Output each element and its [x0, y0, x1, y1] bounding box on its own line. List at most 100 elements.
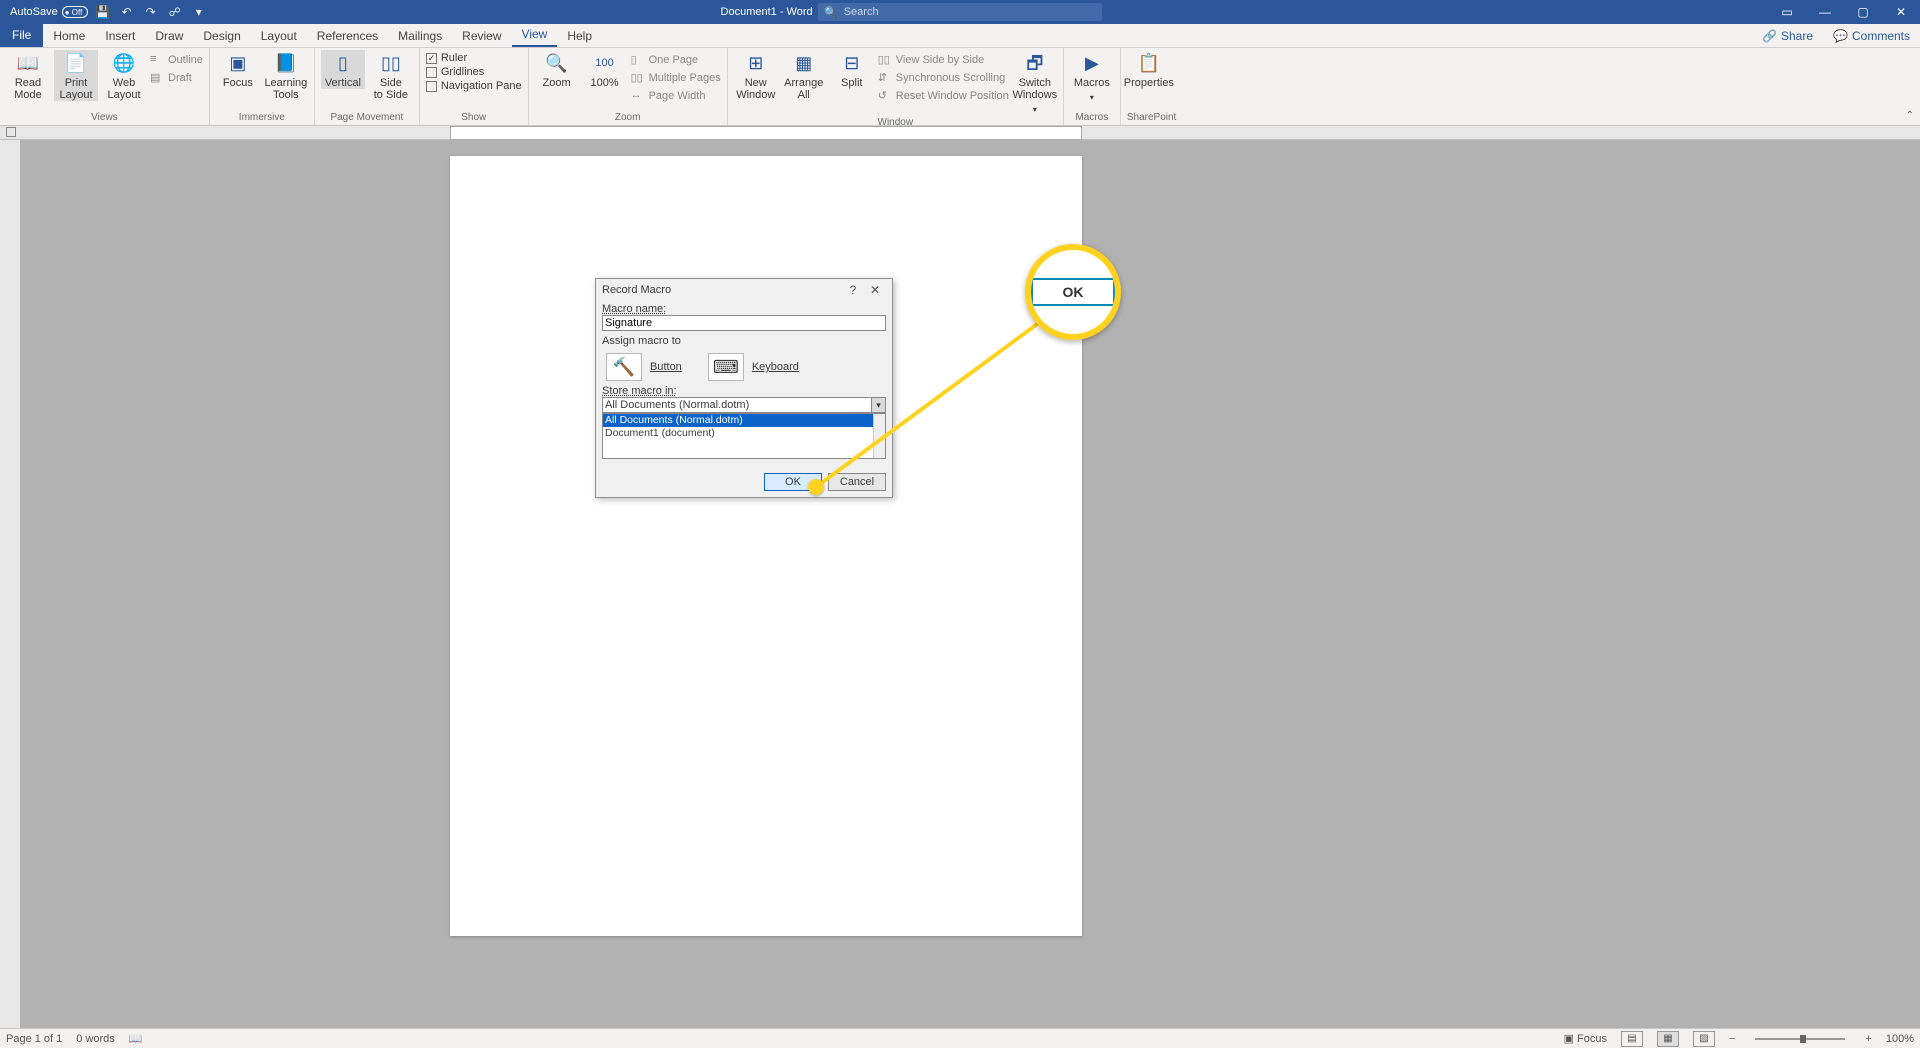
- multiple-pages-button[interactable]: ▯▯Multiple Pages: [631, 70, 721, 86]
- vertical-label: Vertical: [325, 77, 361, 89]
- assign-keyboard-option[interactable]: ⌨ Keyboard: [708, 353, 799, 381]
- document-page[interactable]: [450, 156, 1082, 936]
- zoom-slider[interactable]: [1755, 1038, 1845, 1040]
- focus-label: Focus: [223, 77, 253, 89]
- page-width-icon: ↔: [631, 89, 645, 103]
- read-mode-view-icon[interactable]: ▤: [1621, 1031, 1643, 1047]
- autosave-toggle[interactable]: AutoSave ● Off: [10, 6, 88, 18]
- vertical-icon: ▯: [331, 52, 355, 74]
- share-button[interactable]: 🔗Share: [1752, 25, 1823, 47]
- tab-layout[interactable]: Layout: [251, 25, 307, 47]
- tab-selector[interactable]: [6, 127, 16, 137]
- zoom-button[interactable]: 🔍Zoom: [535, 50, 579, 89]
- tab-draw[interactable]: Draw: [145, 25, 193, 47]
- tab-mailings[interactable]: Mailings: [388, 25, 452, 47]
- assign-button-label: Button: [650, 361, 682, 373]
- switch-windows-button[interactable]: 🗗Switch Windows▾: [1013, 50, 1057, 116]
- macros-button[interactable]: ▶Macros▾: [1070, 50, 1114, 104]
- vertical-ruler[interactable]: [0, 140, 20, 1028]
- zoom-level[interactable]: 100%: [1886, 1033, 1914, 1045]
- horizontal-ruler[interactable]: [450, 126, 1082, 140]
- spell-check-icon[interactable]: 📖: [129, 1032, 143, 1045]
- new-window-icon: ⊞: [744, 52, 768, 74]
- macro-name-input[interactable]: [602, 315, 886, 331]
- tab-design[interactable]: Design: [193, 25, 250, 47]
- close-icon[interactable]: ✕: [1882, 0, 1920, 24]
- print-layout-view-icon[interactable]: ▦: [1657, 1031, 1679, 1047]
- learning-tools-icon: 📘: [274, 52, 298, 74]
- focus-button[interactable]: ▣ Focus: [216, 50, 260, 89]
- chevron-down-icon[interactable]: ▾: [871, 398, 885, 412]
- tab-references[interactable]: References: [307, 25, 388, 47]
- minimize-icon[interactable]: —: [1806, 0, 1844, 24]
- qat-icon-1[interactable]: ☍: [166, 5, 184, 19]
- comments-icon: 💬: [1833, 29, 1848, 43]
- zoom-icon: 🔍: [545, 52, 569, 74]
- zoom-100-button[interactable]: 100100%: [583, 50, 627, 89]
- dialog-titlebar[interactable]: Record Macro ? ✕: [596, 279, 892, 301]
- list-item[interactable]: Document1 (document): [603, 427, 885, 440]
- save-icon[interactable]: 💾: [94, 5, 112, 19]
- group-label-views: Views: [6, 111, 203, 125]
- list-item[interactable]: All Documents (Normal.dotm): [603, 414, 885, 427]
- page-status[interactable]: Page 1 of 1: [6, 1033, 62, 1045]
- learning-tools-button[interactable]: 📘Learning Tools: [264, 50, 308, 101]
- side-to-side-icon: ▯▯: [379, 52, 403, 74]
- page-width-label: Page Width: [649, 90, 706, 102]
- web-layout-view-icon[interactable]: ▧: [1693, 1031, 1715, 1047]
- document-area: [0, 140, 1920, 1028]
- reset-position-icon: ↺: [878, 89, 892, 103]
- ribbon-display-icon[interactable]: ▭: [1768, 0, 1806, 24]
- group-views: 📖Read Mode 📄Print Layout 🌐Web Layout ≡Ou…: [0, 48, 210, 125]
- vertical-button[interactable]: ▯ Vertical: [321, 50, 365, 89]
- group-sharepoint: 📋Properties SharePoint: [1121, 48, 1182, 125]
- tab-file[interactable]: File: [0, 23, 43, 47]
- search-box[interactable]: 🔍 Search: [818, 3, 1102, 21]
- one-page-button[interactable]: ▯One Page: [631, 52, 721, 68]
- zoom-100-label: 100%: [591, 77, 619, 89]
- read-mode-button[interactable]: 📖Read Mode: [6, 50, 50, 101]
- focus-mode-button[interactable]: ▣ Focus: [1564, 1032, 1607, 1045]
- qat-icon-2[interactable]: ▾: [190, 5, 208, 19]
- redo-icon[interactable]: ↷: [142, 5, 160, 19]
- comments-button[interactable]: 💬Comments: [1823, 25, 1920, 47]
- dialog-help-icon[interactable]: ?: [842, 283, 864, 297]
- store-macro-select[interactable]: All Documents (Normal.dotm) ▾: [602, 397, 886, 413]
- focus-icon: ▣: [226, 52, 250, 74]
- properties-button[interactable]: 📋Properties: [1127, 50, 1171, 89]
- assign-button-option[interactable]: 🔨 Button: [606, 353, 682, 381]
- split-button[interactable]: ⊟Split: [830, 50, 874, 89]
- tab-view[interactable]: View: [512, 23, 558, 47]
- ruler-label: Ruler: [441, 52, 467, 64]
- web-layout-button[interactable]: 🌐Web Layout: [102, 50, 146, 101]
- tab-home[interactable]: Home: [43, 25, 95, 47]
- navigation-pane-checkbox[interactable]: Navigation Pane: [426, 80, 522, 92]
- callout-ok-button: OK: [1031, 278, 1115, 306]
- dialog-close-icon[interactable]: ✕: [864, 283, 886, 297]
- word-count[interactable]: 0 words: [76, 1033, 115, 1045]
- maximize-icon[interactable]: ▢: [1844, 0, 1882, 24]
- arrange-all-button[interactable]: ▦Arrange All: [782, 50, 826, 101]
- new-window-button[interactable]: ⊞New Window: [734, 50, 778, 101]
- ribbon: 📖Read Mode 📄Print Layout 🌐Web Layout ≡Ou…: [0, 48, 1920, 126]
- gridlines-checkbox[interactable]: Gridlines: [426, 66, 522, 78]
- outline-button[interactable]: ≡Outline: [150, 52, 203, 68]
- ruler-checkbox[interactable]: ✓Ruler: [426, 52, 522, 64]
- zoom-in-button[interactable]: +: [1865, 1033, 1871, 1045]
- page-width-button[interactable]: ↔ Page Width: [631, 88, 721, 104]
- undo-icon[interactable]: ↶: [118, 5, 136, 19]
- cancel-button[interactable]: Cancel: [828, 473, 886, 491]
- tab-review[interactable]: Review: [452, 25, 511, 47]
- tab-help[interactable]: Help: [557, 25, 602, 47]
- print-layout-button[interactable]: 📄Print Layout: [54, 50, 98, 101]
- zoom-out-button[interactable]: −: [1729, 1033, 1735, 1045]
- scrollbar[interactable]: [873, 414, 885, 458]
- store-macro-list[interactable]: All Documents (Normal.dotm) Document1 (d…: [602, 413, 886, 459]
- draft-button[interactable]: ▤Draft: [150, 70, 203, 86]
- side-to-side-button[interactable]: ▯▯Side to Side: [369, 50, 413, 101]
- focus-mode-label: Focus: [1577, 1033, 1607, 1045]
- tab-insert[interactable]: Insert: [95, 25, 145, 47]
- group-zoom: 🔍Zoom 100100% ▯One Page ▯▯Multiple Pages…: [529, 48, 728, 125]
- group-label-zoom: Zoom: [535, 111, 721, 125]
- collapse-ribbon-icon[interactable]: ⌃: [1906, 110, 1914, 121]
